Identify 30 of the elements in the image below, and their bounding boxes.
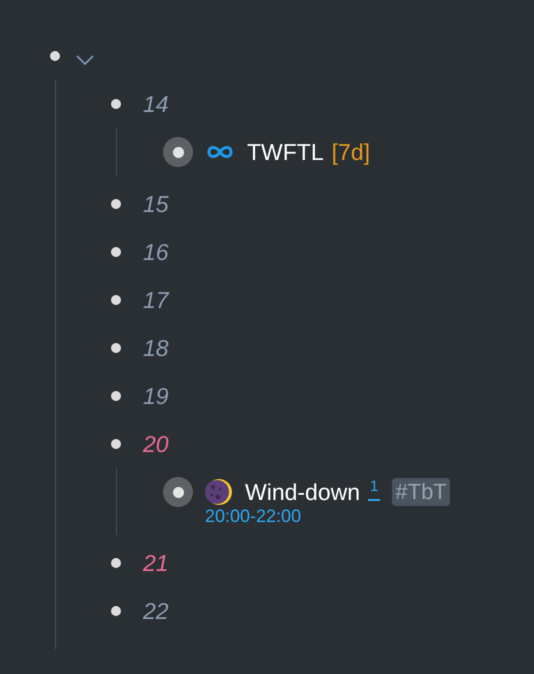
collapsed-bullet-icon[interactable] bbox=[163, 477, 193, 507]
bullet-icon[interactable] bbox=[50, 51, 60, 61]
duration-tag: [7d] bbox=[332, 138, 370, 166]
day-label: 16 bbox=[143, 238, 169, 266]
bullet-icon[interactable] bbox=[111, 391, 121, 401]
bullet-icon[interactable] bbox=[111, 439, 121, 449]
collapsed-bullet-icon[interactable] bbox=[163, 137, 193, 167]
bullet-icon[interactable] bbox=[111, 295, 121, 305]
item-text: Wind-down bbox=[245, 478, 360, 506]
bullet-icon[interactable] bbox=[111, 606, 121, 616]
bullet-icon[interactable] bbox=[111, 99, 121, 109]
bullet-icon[interactable] bbox=[111, 247, 121, 257]
item-text: TWFTL bbox=[247, 138, 324, 166]
day-label: 20 bbox=[143, 430, 169, 458]
day-label: 22 bbox=[143, 598, 169, 624]
bullet-icon[interactable] bbox=[111, 199, 121, 209]
bullet-icon[interactable] bbox=[111, 343, 121, 353]
bullet-icon[interactable] bbox=[111, 558, 121, 568]
day-label: 14 bbox=[143, 90, 169, 118]
chevron-icon[interactable] bbox=[75, 54, 95, 66]
infinity-icon bbox=[205, 143, 235, 161]
footnote-link[interactable]: 1 bbox=[368, 478, 380, 501]
hashtag[interactable]: #TbT bbox=[392, 478, 450, 506]
day-label: 18 bbox=[143, 334, 169, 362]
day-label: 17 bbox=[143, 286, 169, 314]
day-label: 21 bbox=[143, 550, 169, 576]
moon-icon bbox=[205, 478, 233, 506]
day-label: 15 bbox=[143, 190, 169, 218]
day-label: 19 bbox=[143, 382, 169, 410]
time-range: 20:00-22:00 bbox=[205, 506, 302, 527]
